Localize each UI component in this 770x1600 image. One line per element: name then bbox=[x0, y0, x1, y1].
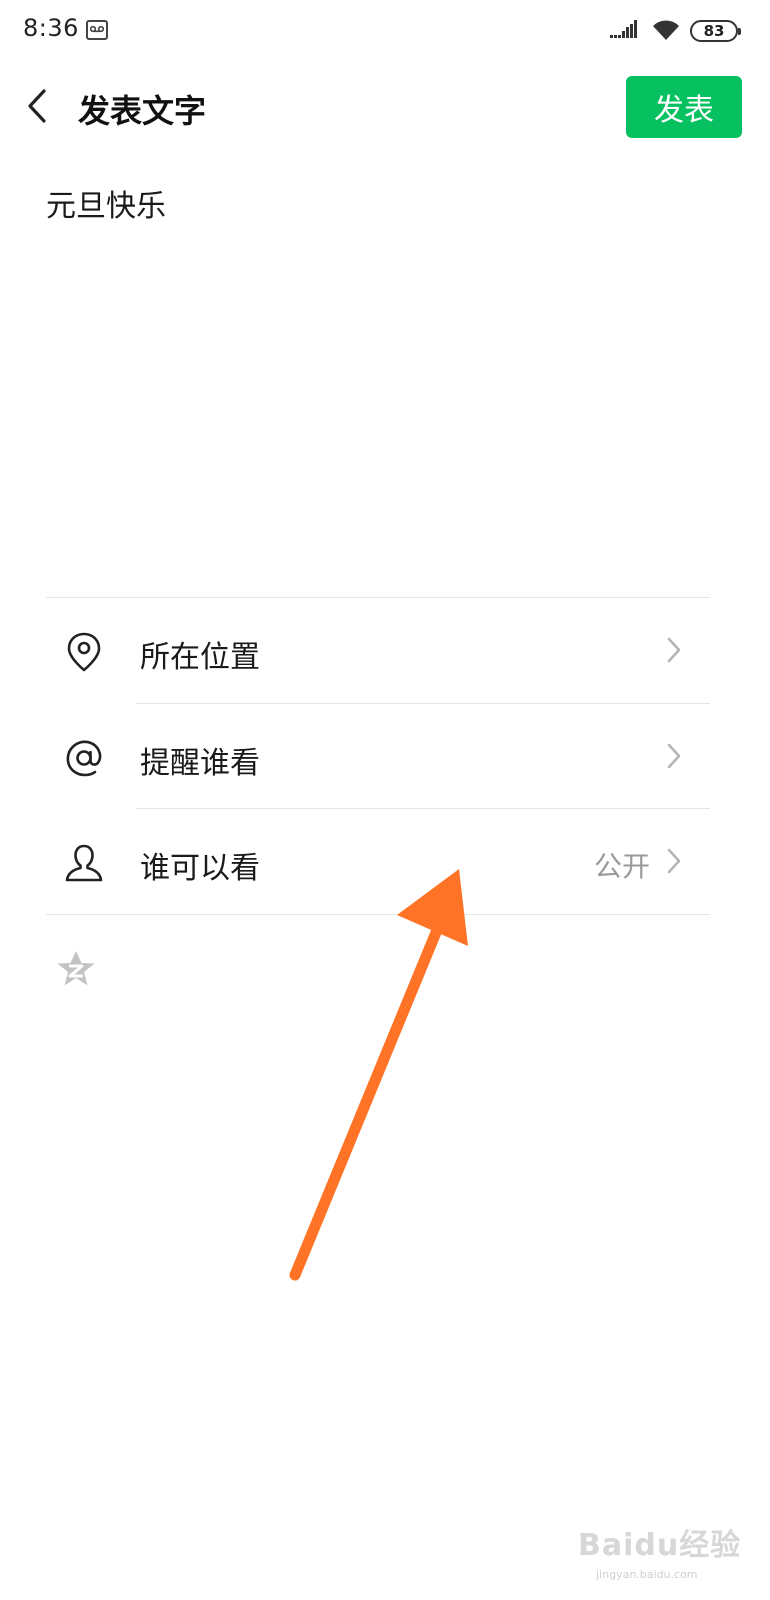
chevron-left-icon bbox=[28, 89, 46, 123]
option-label: 谁可以看 bbox=[140, 851, 260, 886]
person-icon bbox=[65, 844, 103, 882]
chevron-right-icon bbox=[667, 743, 681, 769]
post-text-input[interactable]: 元旦快乐 bbox=[46, 181, 166, 225]
battery-level: 83 bbox=[703, 22, 725, 40]
qzone-icon[interactable] bbox=[56, 950, 96, 988]
option-location[interactable]: 所在位置 bbox=[46, 598, 710, 704]
status-bar: 8:36 83 bbox=[0, 0, 770, 64]
watermark: Baidu经验 jingyan.baidu.com bbox=[578, 1510, 758, 1590]
signal-icon bbox=[610, 20, 637, 38]
battery-indicator: 83 bbox=[690, 20, 741, 42]
option-label: 所在位置 bbox=[140, 640, 260, 675]
location-pin-icon bbox=[67, 632, 101, 672]
watermark-subtext: jingyan.baidu.com bbox=[596, 1568, 698, 1581]
page-title: 发表文字 bbox=[78, 92, 207, 130]
chevron-right-icon bbox=[667, 637, 681, 663]
back-button[interactable] bbox=[22, 84, 62, 128]
voicemail-icon bbox=[86, 20, 108, 40]
option-mention[interactable]: 提醒谁看 bbox=[46, 704, 710, 810]
at-sign-icon bbox=[66, 740, 102, 777]
watermark-text: Baidu经验 bbox=[578, 1528, 742, 1563]
option-visibility[interactable]: 谁可以看 公开 bbox=[46, 809, 710, 915]
divider bbox=[46, 914, 710, 915]
status-time: 8:36 bbox=[23, 14, 79, 42]
publish-button[interactable]: 发表 bbox=[626, 76, 742, 138]
option-label: 提醒谁看 bbox=[140, 746, 260, 781]
wifi-icon bbox=[653, 20, 679, 40]
visibility-value: 公开 bbox=[593, 850, 650, 883]
chevron-right-icon bbox=[667, 848, 681, 874]
